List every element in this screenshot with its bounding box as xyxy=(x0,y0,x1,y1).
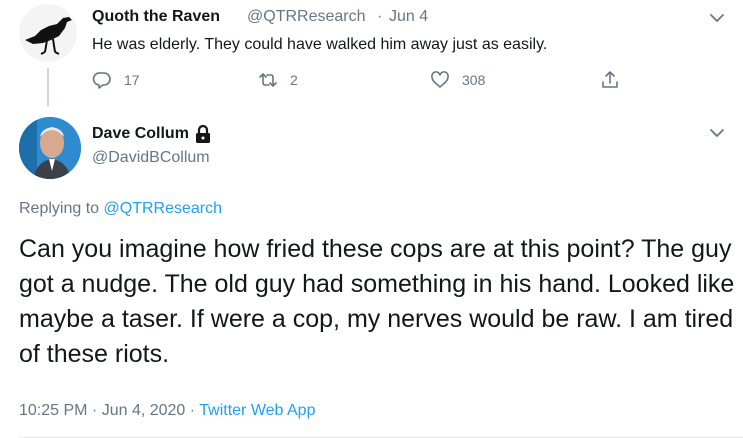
separator: · xyxy=(377,8,383,25)
reply-button[interactable]: 17 xyxy=(92,68,140,92)
chevron-down-icon xyxy=(710,14,724,22)
profile-photo xyxy=(19,117,81,179)
tweet-timestamp[interactable]: 10:25 PM · Jun 4, 2020 · xyxy=(19,402,199,419)
replying-to: Replying to @QTRResearch xyxy=(19,200,222,218)
tweet-meta: 10:25 PM · Jun 4, 2020 · Twitter Web App xyxy=(19,402,315,420)
like-button[interactable]: 308 xyxy=(430,68,485,92)
parent-author-handle[interactable]: @QTRResearch xyxy=(247,8,366,26)
main-more-button[interactable] xyxy=(708,124,726,147)
parent-tweet-date[interactable]: Jun 4 xyxy=(389,8,428,26)
share-icon xyxy=(602,71,618,88)
like-count: 308 xyxy=(462,72,486,88)
avatar-dave-collum[interactable] xyxy=(19,117,81,179)
chevron-down-icon xyxy=(710,129,724,137)
parent-tweet-text: He was elderly. They could have walked h… xyxy=(92,36,548,53)
author-handle[interactable]: @DavidBCollum xyxy=(92,149,210,167)
heart-icon xyxy=(431,71,449,88)
parent-author-name[interactable]: Quoth the Raven xyxy=(92,8,220,26)
reply-count: 17 xyxy=(124,72,140,88)
tweet-source[interactable]: Twitter Web App xyxy=(199,402,315,419)
author-name[interactable]: Dave Collum xyxy=(92,125,189,143)
retweet-button[interactable]: 2 xyxy=(258,68,298,92)
retweet-count: 2 xyxy=(290,72,298,88)
reply-icon xyxy=(92,72,111,89)
avatar-quoth-the-raven[interactable] xyxy=(19,4,77,62)
raven-icon xyxy=(19,4,77,62)
retweet-icon xyxy=(259,73,277,87)
parent-more-button[interactable] xyxy=(708,9,726,32)
tweet-body: Can you imagine how fried these cops are… xyxy=(19,235,735,368)
thread-connector xyxy=(47,68,49,106)
share-button[interactable] xyxy=(600,68,620,92)
author-name-row[interactable]: Dave Collum xyxy=(92,124,213,144)
replying-prefix: Replying to xyxy=(19,200,104,217)
replying-to-link[interactable]: @QTRResearch xyxy=(104,200,223,217)
lock-icon xyxy=(195,124,210,143)
